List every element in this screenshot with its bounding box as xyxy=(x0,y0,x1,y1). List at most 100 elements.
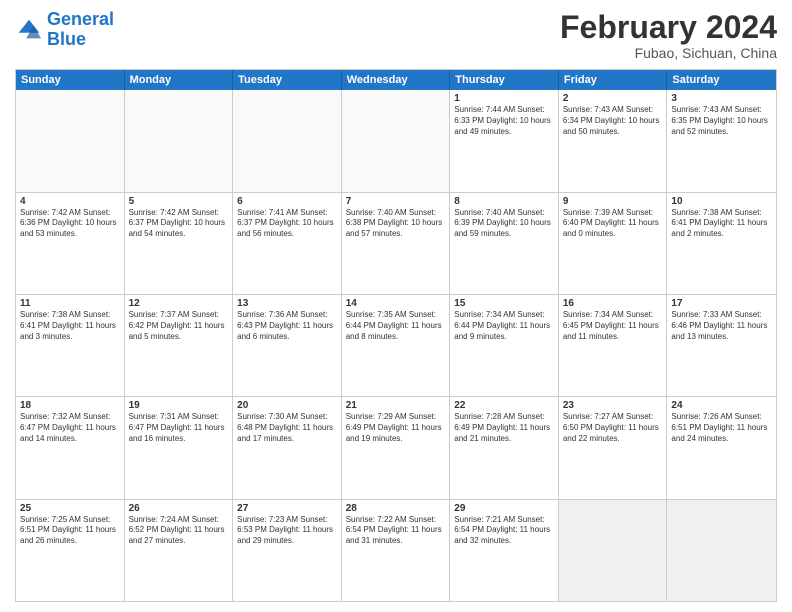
day-number: 7 xyxy=(346,196,446,207)
day-info: Sunrise: 7:29 AM Sunset: 6:49 PM Dayligh… xyxy=(346,412,446,444)
day-info: Sunrise: 7:25 AM Sunset: 6:51 PM Dayligh… xyxy=(20,515,120,547)
logo-icon xyxy=(15,16,43,44)
calendar-day-cell xyxy=(342,90,451,191)
header: General Blue February 2024 Fubao, Sichua… xyxy=(15,10,777,61)
day-info: Sunrise: 7:41 AM Sunset: 6:37 PM Dayligh… xyxy=(237,208,337,240)
logo-general: General xyxy=(47,9,114,29)
day-info: Sunrise: 7:22 AM Sunset: 6:54 PM Dayligh… xyxy=(346,515,446,547)
calendar-day-cell: 22Sunrise: 7:28 AM Sunset: 6:49 PM Dayli… xyxy=(450,397,559,498)
calendar-day-cell xyxy=(667,500,776,601)
day-info: Sunrise: 7:42 AM Sunset: 6:36 PM Dayligh… xyxy=(20,208,120,240)
day-info: Sunrise: 7:23 AM Sunset: 6:53 PM Dayligh… xyxy=(237,515,337,547)
calendar-day-cell: 2Sunrise: 7:43 AM Sunset: 6:34 PM Daylig… xyxy=(559,90,668,191)
calendar-header-cell: Saturday xyxy=(667,70,776,90)
calendar-week-row: 4Sunrise: 7:42 AM Sunset: 6:36 PM Daylig… xyxy=(16,193,776,295)
calendar-day-cell: 19Sunrise: 7:31 AM Sunset: 6:47 PM Dayli… xyxy=(125,397,234,498)
day-info: Sunrise: 7:38 AM Sunset: 6:41 PM Dayligh… xyxy=(20,310,120,342)
calendar-day-cell: 5Sunrise: 7:42 AM Sunset: 6:37 PM Daylig… xyxy=(125,193,234,294)
calendar-day-cell: 7Sunrise: 7:40 AM Sunset: 6:38 PM Daylig… xyxy=(342,193,451,294)
day-info: Sunrise: 7:30 AM Sunset: 6:48 PM Dayligh… xyxy=(237,412,337,444)
page: General Blue February 2024 Fubao, Sichua… xyxy=(0,0,792,612)
day-number: 11 xyxy=(20,298,120,309)
calendar-day-cell: 14Sunrise: 7:35 AM Sunset: 6:44 PM Dayli… xyxy=(342,295,451,396)
calendar-header-cell: Tuesday xyxy=(233,70,342,90)
day-number: 21 xyxy=(346,400,446,411)
day-info: Sunrise: 7:21 AM Sunset: 6:54 PM Dayligh… xyxy=(454,515,554,547)
calendar: SundayMondayTuesdayWednesdayThursdayFrid… xyxy=(15,69,777,602)
day-number: 10 xyxy=(671,196,772,207)
day-info: Sunrise: 7:39 AM Sunset: 6:40 PM Dayligh… xyxy=(563,208,663,240)
calendar-day-cell: 16Sunrise: 7:34 AM Sunset: 6:45 PM Dayli… xyxy=(559,295,668,396)
day-number: 17 xyxy=(671,298,772,309)
day-number: 8 xyxy=(454,196,554,207)
day-info: Sunrise: 7:24 AM Sunset: 6:52 PM Dayligh… xyxy=(129,515,229,547)
calendar-day-cell: 23Sunrise: 7:27 AM Sunset: 6:50 PM Dayli… xyxy=(559,397,668,498)
calendar-day-cell: 29Sunrise: 7:21 AM Sunset: 6:54 PM Dayli… xyxy=(450,500,559,601)
calendar-day-cell: 8Sunrise: 7:40 AM Sunset: 6:39 PM Daylig… xyxy=(450,193,559,294)
calendar-day-cell: 26Sunrise: 7:24 AM Sunset: 6:52 PM Dayli… xyxy=(125,500,234,601)
day-info: Sunrise: 7:44 AM Sunset: 6:33 PM Dayligh… xyxy=(454,105,554,137)
calendar-header-cell: Sunday xyxy=(16,70,125,90)
calendar-body: 1Sunrise: 7:44 AM Sunset: 6:33 PM Daylig… xyxy=(16,90,776,601)
day-number: 26 xyxy=(129,503,229,514)
logo: General Blue xyxy=(15,10,114,50)
calendar-day-cell: 3Sunrise: 7:43 AM Sunset: 6:35 PM Daylig… xyxy=(667,90,776,191)
day-number: 4 xyxy=(20,196,120,207)
calendar-header-cell: Monday xyxy=(125,70,234,90)
calendar-day-cell: 21Sunrise: 7:29 AM Sunset: 6:49 PM Dayli… xyxy=(342,397,451,498)
day-number: 24 xyxy=(671,400,772,411)
calendar-day-cell: 1Sunrise: 7:44 AM Sunset: 6:33 PM Daylig… xyxy=(450,90,559,191)
calendar-header-cell: Thursday xyxy=(450,70,559,90)
main-title: February 2024 xyxy=(560,10,777,45)
calendar-header-cell: Wednesday xyxy=(342,70,451,90)
calendar-week-row: 1Sunrise: 7:44 AM Sunset: 6:33 PM Daylig… xyxy=(16,90,776,192)
title-block: February 2024 Fubao, Sichuan, China xyxy=(560,10,777,61)
day-info: Sunrise: 7:28 AM Sunset: 6:49 PM Dayligh… xyxy=(454,412,554,444)
calendar-day-cell xyxy=(16,90,125,191)
day-number: 23 xyxy=(563,400,663,411)
day-info: Sunrise: 7:37 AM Sunset: 6:42 PM Dayligh… xyxy=(129,310,229,342)
logo-text: General Blue xyxy=(47,10,114,50)
day-number: 29 xyxy=(454,503,554,514)
day-info: Sunrise: 7:38 AM Sunset: 6:41 PM Dayligh… xyxy=(671,208,772,240)
day-number: 14 xyxy=(346,298,446,309)
logo-blue: Blue xyxy=(47,29,86,49)
day-info: Sunrise: 7:42 AM Sunset: 6:37 PM Dayligh… xyxy=(129,208,229,240)
day-number: 19 xyxy=(129,400,229,411)
day-number: 9 xyxy=(563,196,663,207)
calendar-week-row: 18Sunrise: 7:32 AM Sunset: 6:47 PM Dayli… xyxy=(16,397,776,499)
day-number: 6 xyxy=(237,196,337,207)
day-number: 5 xyxy=(129,196,229,207)
calendar-day-cell: 10Sunrise: 7:38 AM Sunset: 6:41 PM Dayli… xyxy=(667,193,776,294)
calendar-day-cell: 12Sunrise: 7:37 AM Sunset: 6:42 PM Dayli… xyxy=(125,295,234,396)
day-number: 12 xyxy=(129,298,229,309)
day-info: Sunrise: 7:40 AM Sunset: 6:39 PM Dayligh… xyxy=(454,208,554,240)
day-number: 1 xyxy=(454,93,554,104)
day-number: 20 xyxy=(237,400,337,411)
calendar-header-cell: Friday xyxy=(559,70,668,90)
day-info: Sunrise: 7:32 AM Sunset: 6:47 PM Dayligh… xyxy=(20,412,120,444)
calendar-day-cell: 18Sunrise: 7:32 AM Sunset: 6:47 PM Dayli… xyxy=(16,397,125,498)
day-info: Sunrise: 7:40 AM Sunset: 6:38 PM Dayligh… xyxy=(346,208,446,240)
day-info: Sunrise: 7:43 AM Sunset: 6:34 PM Dayligh… xyxy=(563,105,663,137)
calendar-day-cell: 6Sunrise: 7:41 AM Sunset: 6:37 PM Daylig… xyxy=(233,193,342,294)
day-number: 13 xyxy=(237,298,337,309)
day-number: 18 xyxy=(20,400,120,411)
day-number: 15 xyxy=(454,298,554,309)
calendar-day-cell: 17Sunrise: 7:33 AM Sunset: 6:46 PM Dayli… xyxy=(667,295,776,396)
calendar-day-cell: 20Sunrise: 7:30 AM Sunset: 6:48 PM Dayli… xyxy=(233,397,342,498)
day-info: Sunrise: 7:31 AM Sunset: 6:47 PM Dayligh… xyxy=(129,412,229,444)
day-number: 27 xyxy=(237,503,337,514)
day-number: 16 xyxy=(563,298,663,309)
day-info: Sunrise: 7:33 AM Sunset: 6:46 PM Dayligh… xyxy=(671,310,772,342)
calendar-day-cell: 15Sunrise: 7:34 AM Sunset: 6:44 PM Dayli… xyxy=(450,295,559,396)
calendar-week-row: 11Sunrise: 7:38 AM Sunset: 6:41 PM Dayli… xyxy=(16,295,776,397)
day-number: 2 xyxy=(563,93,663,104)
calendar-day-cell: 9Sunrise: 7:39 AM Sunset: 6:40 PM Daylig… xyxy=(559,193,668,294)
day-info: Sunrise: 7:34 AM Sunset: 6:45 PM Dayligh… xyxy=(563,310,663,342)
calendar-day-cell: 24Sunrise: 7:26 AM Sunset: 6:51 PM Dayli… xyxy=(667,397,776,498)
day-info: Sunrise: 7:34 AM Sunset: 6:44 PM Dayligh… xyxy=(454,310,554,342)
day-info: Sunrise: 7:35 AM Sunset: 6:44 PM Dayligh… xyxy=(346,310,446,342)
calendar-day-cell xyxy=(125,90,234,191)
calendar-header: SundayMondayTuesdayWednesdayThursdayFrid… xyxy=(16,70,776,90)
